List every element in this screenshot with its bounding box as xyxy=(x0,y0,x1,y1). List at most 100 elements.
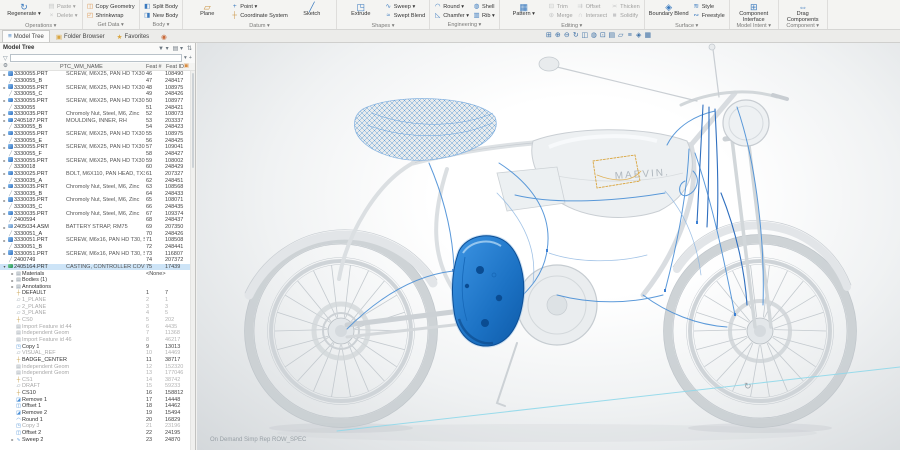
tree-row[interactable]: ╱ 3330055 51 248421 xyxy=(0,104,195,111)
tree-row[interactable]: ▾ 2405164.PRT CASTING, CONTROLLER COVER,… xyxy=(0,264,195,271)
group-label-engineering[interactable]: Engineering ▾ xyxy=(434,21,495,29)
tree-row[interactable]: ▸ 2405034.ASM BATTERY STRAP, RM75 69 207… xyxy=(0,224,195,231)
tree-row[interactable]: ▱ 2_PLANE 3 3 xyxy=(0,303,195,310)
component-interface-button[interactable]: ⊞Component Interface xyxy=(734,1,774,22)
tab-model-tree[interactable]: ≡Model Tree xyxy=(2,30,50,42)
selected-part-controller-cover[interactable] xyxy=(452,236,523,346)
tree-row[interactable]: ▸ ▤ Materials <None> xyxy=(0,270,195,277)
extrude-button[interactable]: ◳Extrude xyxy=(341,1,381,22)
graphics-area[interactable]: MAEVIN. xyxy=(197,43,900,450)
display-style-icon[interactable]: ◍ xyxy=(590,31,598,41)
zoom-out-icon[interactable]: ⊖ xyxy=(563,31,571,41)
tree-row[interactable]: ╱ 3330035_A 62 248451 xyxy=(0,177,195,184)
tree-row[interactable]: ▱ 1_PLANE 2 1 xyxy=(0,297,195,304)
tree-row[interactable]: ╱ 3330055_B 54 248423 xyxy=(0,124,195,131)
tree-row[interactable]: ▸ 3330025.PRT BOLT, M6X110, PAN HEAD, TX… xyxy=(0,171,195,178)
tree-row[interactable]: ▱ DRAFT 15 59233 xyxy=(0,383,195,390)
gear-icon[interactable]: ⚙ xyxy=(3,63,8,69)
shrinkwrap-button[interactable]: ◰Shrinkwrap xyxy=(87,12,135,20)
group-label-get-data[interactable]: Get Data ▾ xyxy=(87,21,135,29)
tree-row[interactable]: ▸ 3330055.PRT SCREW, M6X25, PAN HD TX30,… xyxy=(0,144,195,151)
new-body-button[interactable]: ◨New Body xyxy=(144,12,179,20)
plane-button[interactable]: ▱Plane xyxy=(187,1,227,22)
tree-row[interactable]: ▸ 3330035.PRT Chromoly Nut, Steel, M6, Z… xyxy=(0,184,195,191)
chamfer-button[interactable]: ◺Chamfer ▾ xyxy=(434,12,469,20)
tree-row[interactable]: ▸ ▤ Annotations xyxy=(0,284,195,291)
group-label-surface[interactable]: Surface ▾ xyxy=(649,22,725,30)
add-filter-button[interactable]: + xyxy=(189,55,192,61)
tree-row[interactable]: ▤ Independent Geom 7 11368 xyxy=(0,330,195,337)
tree-row[interactable]: ◠ Round 1 20 16829 xyxy=(0,416,195,423)
tree-row[interactable]: ◳ Copy 3 21 23196 xyxy=(0,423,195,430)
drag-components-button[interactable]: ⇔Drag Components xyxy=(783,1,823,22)
refit-icon[interactable]: ⊞ xyxy=(545,31,553,41)
boundary-blend-button[interactable]: ◈Boundary Blend xyxy=(649,1,689,22)
tree-row[interactable]: ▸ ▤ Bodies (1) xyxy=(0,277,195,284)
tree-row[interactable]: ╱ 3330018 60 248429 xyxy=(0,164,195,171)
tree-row[interactable]: ▸ 3330055.PRT SCREW, M6X25, PAN HD TX30,… xyxy=(0,131,195,138)
tree-row[interactable]: ▸ 3330055.PRT SCREW, M6X25, PAN HD TX30,… xyxy=(0,98,195,105)
tree-row[interactable]: ▸ 3330035.PRT Chromoly Nut, Steel, M6, Z… xyxy=(0,210,195,217)
tree-row[interactable]: ┼ CS10 16 158812 xyxy=(0,390,195,397)
saved-orientations-icon[interactable]: ⊡ xyxy=(599,31,607,41)
tree-columns-icon[interactable]: ▤ ▾ xyxy=(173,45,183,52)
tree-search-input[interactable] xyxy=(10,54,182,62)
group-label-shapes[interactable]: Shapes ▾ xyxy=(341,22,425,30)
tree-row[interactable]: ┼ CS0 5 202 xyxy=(0,317,195,324)
spin-center-icon[interactable]: ◈ xyxy=(635,31,643,41)
style-button[interactable]: ≋Style xyxy=(693,3,725,11)
tree-row[interactable]: ▤ Import Feature id 44 6 4435 xyxy=(0,323,195,330)
view-manager-icon[interactable]: ▤ xyxy=(608,31,616,41)
column-feat-id[interactable]: Feat ID xyxy=(166,64,184,70)
coordinate-system-button[interactable]: ┼Coordinate System xyxy=(231,12,288,20)
group-label-component[interactable]: Component ▾ xyxy=(783,22,823,30)
tree-row[interactable]: ▸ 3330035.PRT Chromoly Nut, Steel, M6, Z… xyxy=(0,197,195,204)
tab-folder-browser[interactable]: ▣Folder Browser xyxy=(50,30,111,42)
tree-row[interactable]: ▸ 3330055.PRT SCREW, M6X25, PAN HD TX30,… xyxy=(0,71,195,78)
tree-row[interactable]: ╱ 3330055_C 49 248426 xyxy=(0,91,195,98)
group-label-editing[interactable]: Editing ▾ xyxy=(504,22,640,30)
scrollbar-thumb[interactable] xyxy=(192,73,194,168)
freestyle-button[interactable]: ∾Freestyle xyxy=(693,12,725,20)
tree-row[interactable]: ◫ Offset 2 22 24195 xyxy=(0,430,195,437)
tree-row[interactable]: ┼ DEFAULT 1 7 xyxy=(0,290,195,297)
tree-row[interactable]: ╱ 3330035_B 64 248433 xyxy=(0,191,195,198)
tree-row[interactable]: ┼ BADGE_CENTER 11 38717 xyxy=(0,357,195,364)
tree-row[interactable]: ▤ Independent Geom 13 177046 xyxy=(0,370,195,377)
tree-row[interactable]: ╱ 2400594 68 248437 xyxy=(0,217,195,224)
search-options-caret[interactable]: ▾ xyxy=(184,55,187,61)
tree-collapse-icon[interactable]: ⇅ xyxy=(187,45,192,52)
tree-row[interactable]: ◳ Copy 1 9 13013 xyxy=(0,343,195,350)
tree-scrollbar[interactable] xyxy=(190,71,195,450)
tree-column-settings-icon[interactable]: ▣ xyxy=(184,63,189,69)
group-label-operations[interactable]: Operations ▾ xyxy=(4,22,78,30)
sweep-button[interactable]: ∿Sweep ▾ xyxy=(385,3,425,11)
tree-row[interactable]: ◪ Remove 2 19 15494 xyxy=(0,410,195,417)
pattern-button[interactable]: ▦Pattern ▾ xyxy=(504,1,544,22)
tree-row[interactable]: ▸ 2405187.PRT MOULDING, INNER, RH 53 203… xyxy=(0,117,195,124)
regenerate-button[interactable]: ↻Regenerate ▾ xyxy=(4,1,44,22)
motorcycle-model[interactable]: MAEVIN. xyxy=(197,43,900,450)
perspective-icon[interactable]: ▦ xyxy=(644,31,652,41)
tree-row[interactable]: ╱ 3330035_C 66 248435 xyxy=(0,204,195,211)
pin-icon[interactable]: ◉ xyxy=(155,30,173,42)
tree-row[interactable]: ◪ Remove 1 17 14448 xyxy=(0,396,195,403)
tree-row[interactable]: ▱ VISUAL_REF 10 14469 xyxy=(0,350,195,357)
tree-row[interactable]: ▤ Independent Geom 12 152320 xyxy=(0,363,195,370)
tree-row[interactable]: ◫ Offset 1 18 14462 xyxy=(0,403,195,410)
column-name[interactable]: PTC_WM_NAME xyxy=(60,64,103,70)
copy-geometry-button[interactable]: ◫Copy Geometry xyxy=(87,3,135,11)
swept-blend-button[interactable]: ≈Swept Blend xyxy=(385,12,425,20)
round-button[interactable]: ◠Round ▾ xyxy=(434,3,469,11)
rib-button[interactable]: ▥Rib ▾ xyxy=(473,12,495,20)
tree-row[interactable]: ╱ 3330055_E 56 248425 xyxy=(0,137,195,144)
shell-button[interactable]: ◍Shell xyxy=(473,3,495,11)
tree-row[interactable]: ▸ ∿ Sweep 2 23 24870 xyxy=(0,436,195,443)
annotations-icon[interactable]: ≡ xyxy=(626,31,634,41)
tree-row[interactable]: ┼ CS1 14 38742 xyxy=(0,376,195,383)
group-label-datum[interactable]: Datum ▾ xyxy=(187,22,332,30)
group-label-model-intent[interactable]: Model Intent ▾ xyxy=(734,22,774,30)
tree-row[interactable]: ▸ 3330055.PRT SCREW, M6X25, PAN HD TX30,… xyxy=(0,157,195,164)
datum-display-icon[interactable]: ▱ xyxy=(617,31,625,41)
tree-row[interactable]: ▸ 3330055.PRT SCREW, M6X25, PAN HD TX30,… xyxy=(0,84,195,91)
